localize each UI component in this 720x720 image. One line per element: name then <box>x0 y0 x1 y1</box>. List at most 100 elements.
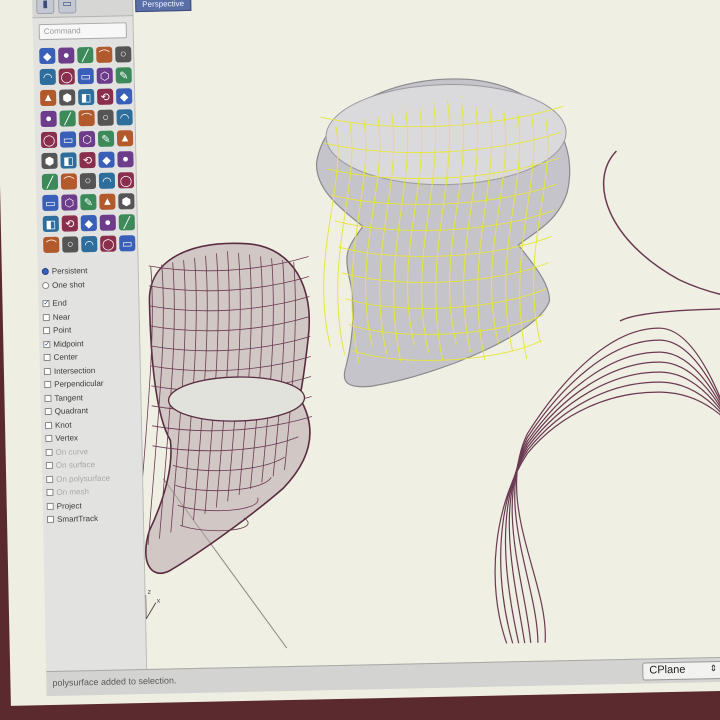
cone-tool-icon[interactable]: ▭ <box>59 131 77 148</box>
array-tool-icon[interactable]: ▭ <box>42 194 59 212</box>
chevron-updown-icon: ⇕ <box>709 663 718 674</box>
pull-tool-icon[interactable]: ⌒ <box>43 236 60 254</box>
checkbox-icon[interactable] <box>46 489 54 497</box>
rectangle-tool-icon[interactable]: ⬡ <box>96 67 113 84</box>
checkbox-icon[interactable] <box>43 367 51 375</box>
chair-outline-curve[interactable] <box>602 148 720 301</box>
polyline-tool-icon[interactable]: ⌒ <box>96 46 113 63</box>
chamfer-tool-icon[interactable]: ⬢ <box>41 152 58 170</box>
checkbox-icon[interactable] <box>45 448 53 456</box>
taper-tool-icon[interactable]: ⟲ <box>61 215 78 232</box>
cylinder-tool-icon[interactable]: ◯ <box>40 131 58 149</box>
osnap-label: Quadrant <box>54 406 89 417</box>
sidebar-header: ▮ ▭ <box>31 0 133 19</box>
command-input[interactable]: Command <box>38 22 127 41</box>
radio-selected-icon <box>41 268 49 276</box>
checkbox-icon[interactable] <box>46 475 54 483</box>
patch-tool-icon[interactable]: ⌒ <box>78 109 95 127</box>
explode-tool-icon[interactable]: ● <box>117 151 134 168</box>
select-tool-icon[interactable]: ◆ <box>39 47 56 65</box>
sphere-tool-icon[interactable]: ◠ <box>116 109 133 126</box>
viewport-title-tab[interactable]: Perspective <box>135 0 192 13</box>
trim-tool-icon[interactable]: ◧ <box>60 152 77 169</box>
checkbox-icon[interactable] <box>45 435 53 443</box>
freeform-tool-icon[interactable]: ▲ <box>40 89 57 107</box>
profile-curve <box>504 371 720 644</box>
panel-icon[interactable]: ▭ <box>58 0 77 14</box>
cplane-dropdown[interactable]: CPlane ⇕ <box>642 660 720 681</box>
axis-line <box>145 602 157 620</box>
project-tool-icon[interactable]: ╱ <box>118 214 135 231</box>
rotate-tool-icon[interactable]: ○ <box>79 172 97 190</box>
orient-tool-icon[interactable]: ⬡ <box>61 194 78 211</box>
surface-tool-icon[interactable]: ◧ <box>78 88 95 106</box>
flow-tool-icon[interactable]: ✎ <box>80 193 97 211</box>
checkbox-icon[interactable] <box>42 313 50 321</box>
osnap-option[interactable]: SmartTrack <box>46 511 139 526</box>
osnap-label: End <box>52 298 67 309</box>
curve-path[interactable] <box>619 307 720 322</box>
move-tool-icon[interactable]: ╱ <box>41 173 59 191</box>
box-tool-icon[interactable]: ○ <box>97 109 114 126</box>
layout-icon[interactable]: ▮ <box>36 0 55 15</box>
checkbox-icon[interactable] <box>44 394 52 402</box>
radio-icon <box>42 281 50 289</box>
loft-tool-icon[interactable]: ◆ <box>116 88 133 105</box>
osnap-panel: Persistent One shot ✓ End Near Point ✓ Midpoi… <box>38 263 143 527</box>
hatch-tool-icon[interactable]: ◯ <box>100 235 117 252</box>
ellipse-tool-icon[interactable]: ▭ <box>77 67 94 85</box>
axis-z-label: z <box>147 589 151 596</box>
split-tool-icon[interactable]: ⟲ <box>79 151 96 169</box>
vase-surface-selected[interactable] <box>315 77 574 388</box>
axis-line <box>145 594 147 620</box>
twist-tool-icon[interactable]: ⬢ <box>118 193 135 210</box>
leader-tool-icon[interactable]: ◠ <box>81 235 98 253</box>
cplane-label: CPlane <box>649 663 686 677</box>
viewport-canvas[interactable]: x y z <box>133 0 720 671</box>
checkbox-icon[interactable] <box>46 516 55 524</box>
viewport[interactable]: x y z Perspective <box>132 0 720 671</box>
checkbox-icon[interactable] <box>44 408 52 416</box>
polygon-tool-icon[interactable]: ✎ <box>115 67 132 84</box>
fillet-tool-icon[interactable]: ▲ <box>116 130 134 147</box>
chair-shell[interactable] <box>602 148 720 301</box>
sweep-tool-icon[interactable]: ╱ <box>59 110 76 127</box>
profile-curve <box>514 339 720 643</box>
checkbox-icon[interactable] <box>45 462 53 470</box>
smooth-tool-icon[interactable]: ◆ <box>80 214 97 232</box>
profile-curve <box>515 327 720 643</box>
torus-tool-icon[interactable]: ⬡ <box>78 130 96 148</box>
dimension-tool-icon[interactable]: ○ <box>62 236 79 253</box>
circle-tool-icon[interactable]: ◠ <box>39 68 56 86</box>
extrude-tool-icon[interactable]: ⟲ <box>97 88 114 105</box>
arc-tool-icon[interactable]: ◯ <box>58 68 75 85</box>
cage-tool-icon[interactable]: ▲ <box>99 193 116 210</box>
checkbox-checked-icon[interactable]: ✓ <box>42 300 50 308</box>
boolean-tool-icon[interactable]: ✎ <box>97 130 115 147</box>
osnap-label: Center <box>53 352 78 363</box>
checkbox-icon[interactable] <box>42 327 51 335</box>
block-tool-icon[interactable]: ▭ <box>119 235 136 252</box>
copy-tool-icon[interactable]: ⌒ <box>60 173 78 190</box>
scale-tool-icon[interactable]: ◠ <box>98 172 116 189</box>
checkbox-icon[interactable] <box>44 381 52 389</box>
bend-tool-icon[interactable]: ◧ <box>42 215 59 233</box>
checkbox-checked-icon[interactable]: ✓ <box>43 340 51 348</box>
profile-curve <box>500 381 720 644</box>
text-tool-icon[interactable]: ⬢ <box>59 89 76 106</box>
chair-mesh[interactable] <box>133 242 315 574</box>
osnap-label: Near <box>52 312 71 322</box>
revolve-tool-icon[interactable]: ● <box>40 110 57 128</box>
curve-tool-icon[interactable]: ○ <box>115 46 132 63</box>
rebuild-tool-icon[interactable]: ● <box>99 214 116 231</box>
curve-stack[interactable] <box>490 307 720 644</box>
checkbox-icon[interactable] <box>43 354 51 362</box>
osnap-label: On surface <box>55 460 96 471</box>
checkbox-icon[interactable] <box>46 502 54 510</box>
osnap-list: ✓ End Near Point ✓ Midpoint Center Intersection… <box>42 295 139 526</box>
checkbox-icon[interactable] <box>44 421 53 429</box>
mirror-tool-icon[interactable]: ◯ <box>117 172 135 189</box>
line-tool-icon[interactable]: ╱ <box>77 46 94 64</box>
point-tool-icon[interactable]: ● <box>58 47 75 64</box>
join-tool-icon[interactable]: ◆ <box>98 151 115 168</box>
